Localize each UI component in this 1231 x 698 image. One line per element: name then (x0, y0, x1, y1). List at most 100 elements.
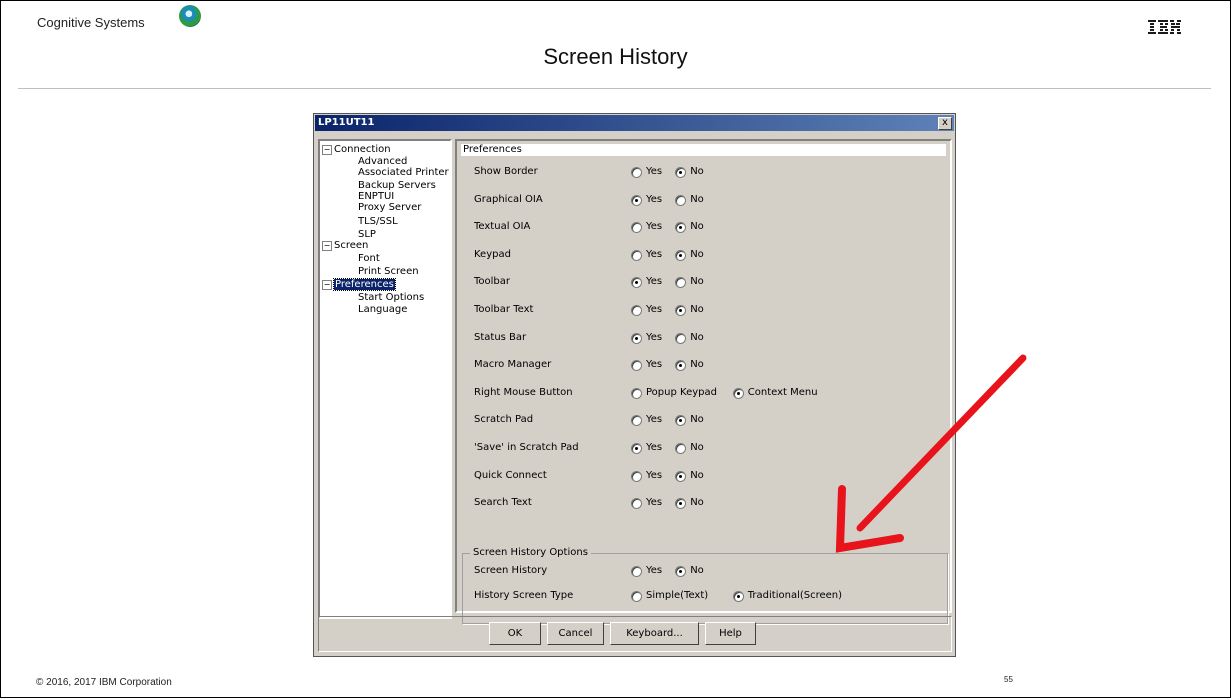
radio-no[interactable] (675, 277, 687, 289)
radio-option-label[interactable]: Yes (646, 249, 662, 260)
close-button[interactable]: x (938, 117, 952, 130)
radio-option-label[interactable]: No (690, 565, 704, 576)
setting-label: Macro Manager (474, 359, 552, 371)
radio-no[interactable] (675, 470, 687, 482)
radio-traditional-screen-[interactable] (732, 591, 744, 602)
radio-no[interactable] (675, 167, 687, 178)
tree-item-advanced[interactable]: Advanced (358, 156, 407, 167)
radio-yes[interactable] (631, 222, 642, 234)
radio-option-label[interactable]: No (690, 497, 704, 508)
radio-no[interactable] (675, 194, 687, 206)
radio-yes[interactable] (631, 470, 642, 482)
radio-simple-text-[interactable] (631, 591, 642, 602)
red-arrow-annotation (835, 354, 1027, 553)
setting-label: Screen History (474, 565, 548, 576)
header-divider (18, 88, 1211, 89)
tree-item-label: TLS/SSL (358, 216, 398, 227)
tree-item-label: Print Screen (358, 266, 419, 277)
settings-tree[interactable]: Connection − Advanced Associated Printer Bac… (318, 139, 452, 619)
radio-option-label[interactable]: Yes (646, 442, 662, 453)
radio-no[interactable] (675, 249, 687, 261)
tree-item-proxy-server[interactable]: Proxy Server (358, 202, 421, 213)
radio-no[interactable] (675, 498, 687, 510)
tree-item-backup-servers[interactable]: Backup Servers (358, 180, 436, 191)
radio-option-label[interactable]: Context Menu (748, 387, 818, 398)
radio-option-label[interactable]: Yes (646, 166, 662, 177)
radio-option-label[interactable]: Yes (646, 221, 662, 232)
radio-yes[interactable] (631, 443, 642, 454)
radio-yes[interactable] (631, 498, 642, 510)
tree-item-connection[interactable]: Connection (334, 144, 391, 155)
radio-yes[interactable] (631, 566, 642, 577)
radio-option-label[interactable]: No (690, 442, 704, 453)
radio-option-label[interactable]: Yes (646, 304, 662, 315)
page-title: Screen History (543, 44, 688, 69)
tree-item-label: Advanced (358, 156, 408, 167)
radio-no[interactable] (675, 415, 687, 427)
tree-item-label: Connection (334, 144, 391, 155)
radio-option-label[interactable]: No (690, 194, 704, 205)
setting-label: Graphical OIA (474, 193, 543, 205)
radio-option-label[interactable]: No (690, 470, 704, 481)
radio-option-label[interactable]: Yes (646, 497, 662, 508)
tree-item-label: Preferences (333, 278, 396, 291)
radio-option-label[interactable]: No (690, 249, 704, 260)
setting-label: Scratch Pad (474, 414, 534, 426)
radio-no[interactable] (675, 222, 687, 234)
dialog-titlebar[interactable]: LP11UT11 x (315, 115, 954, 131)
radio-yes[interactable] (631, 167, 642, 178)
tree-item-screen[interactable]: Screen (334, 240, 368, 251)
collapse-toggle-icon[interactable]: − (322, 145, 332, 155)
radio-yes[interactable] (631, 305, 642, 316)
cancel-button[interactable]: Cancel (547, 622, 604, 645)
radio-option-label[interactable]: Yes (646, 359, 662, 370)
radio-option-label[interactable]: No (690, 304, 704, 315)
radio-no[interactable] (675, 360, 687, 372)
radio-option-label[interactable]: Traditional(Screen) (748, 590, 842, 601)
radio-option-label[interactable]: Yes (646, 470, 662, 481)
radio-option-label[interactable]: No (690, 166, 704, 177)
radio-yes[interactable] (631, 360, 642, 372)
ok-button[interactable]: OK (489, 622, 541, 645)
radio-option-label[interactable]: No (690, 332, 704, 343)
tree-item-label: Screen (334, 240, 369, 251)
radio-option-label[interactable]: Yes (646, 332, 662, 343)
tree-item-associated-printer[interactable]: Associated Printer (358, 167, 449, 178)
collapse-toggle-icon[interactable]: − (322, 280, 332, 290)
radio-option-label[interactable]: Simple(Text) (646, 590, 708, 601)
radio-yes[interactable] (631, 194, 642, 206)
tree-item-tls-ssl[interactable]: TLS/SSL (358, 216, 398, 227)
tree-item-enptui[interactable]: ENPTUI (358, 191, 394, 202)
setting-label: Right Mouse Button (474, 386, 573, 398)
tree-item-start-options[interactable]: Start Options (358, 292, 424, 303)
help-button[interactable]: Help (705, 622, 756, 645)
radio-yes[interactable] (631, 249, 642, 261)
radio-context-menu[interactable] (732, 387, 744, 399)
radio-no[interactable] (675, 332, 687, 344)
radio-popup-keypad[interactable] (631, 387, 642, 399)
setting-label: Show Border (474, 166, 538, 177)
radio-yes[interactable] (631, 332, 642, 344)
radio-option-label[interactable]: Yes (646, 276, 662, 287)
radio-option-label[interactable]: No (690, 276, 704, 287)
radio-option-label[interactable]: Yes (646, 414, 662, 425)
radio-no[interactable] (675, 443, 687, 454)
radio-option-label[interactable]: No (690, 221, 704, 232)
tree-item-language[interactable]: Language (358, 304, 407, 315)
tree-item-font[interactable]: Font (358, 253, 380, 264)
radio-yes[interactable] (631, 415, 642, 427)
radio-option-label[interactable]: No (690, 414, 704, 425)
copyright-footer: © 2016, 2017 IBM Corporation (36, 677, 172, 688)
tree-item-slp[interactable]: SLP (358, 229, 376, 240)
tree-item-preferences[interactable]: Preferences (333, 278, 396, 291)
radio-option-label[interactable]: Yes (646, 194, 662, 205)
radio-yes[interactable] (631, 277, 642, 289)
keyboard-button[interactable]: Keyboard... (610, 622, 699, 645)
radio-option-label[interactable]: No (690, 359, 704, 370)
setting-label: Textual OIA (474, 221, 531, 233)
radio-no[interactable] (675, 305, 687, 316)
tree-item-print-screen[interactable]: Print Screen (358, 266, 419, 277)
radio-option-label[interactable]: Popup Keypad (646, 387, 717, 398)
radio-option-label[interactable]: Yes (646, 565, 662, 576)
collapse-toggle-icon[interactable]: − (322, 241, 332, 251)
